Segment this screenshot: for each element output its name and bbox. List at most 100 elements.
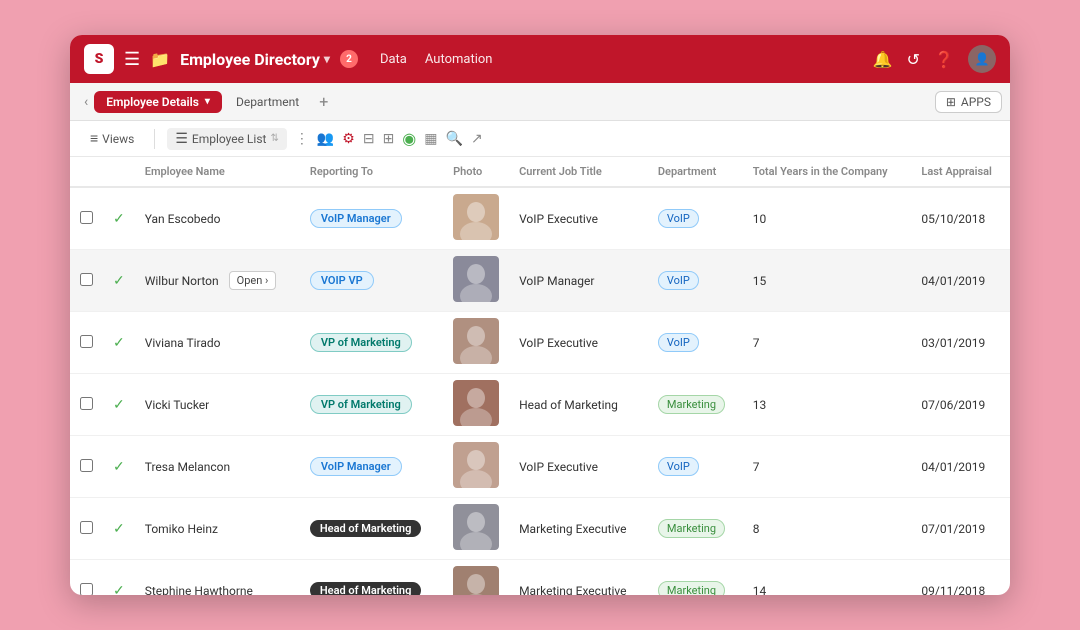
row-photo: [443, 187, 509, 250]
tabs-bar: ‹ Employee Details ▾ Department + ⊞ APPS: [70, 83, 1010, 121]
table-header-row: Employee Name Reporting To Photo Current…: [70, 157, 1010, 187]
folder-icon: 📁: [150, 50, 170, 69]
header-reporting-to: Reporting To: [300, 157, 443, 187]
row-photo: [443, 312, 509, 374]
row-department: Marketing: [648, 374, 743, 436]
views-button[interactable]: ≡ Views: [82, 127, 142, 150]
header-job-title: Current Job Title: [509, 157, 648, 187]
row-years: 10: [743, 187, 912, 250]
columns-icon[interactable]: ⊟: [363, 131, 375, 147]
row-appraisal: 07/06/2019: [911, 374, 1010, 436]
row-job-title: VoIP Executive: [509, 436, 648, 498]
row-checkbox-cell[interactable]: [70, 250, 103, 312]
header-department: Department: [648, 157, 743, 187]
employee-table: Employee Name Reporting To Photo Current…: [70, 157, 1010, 595]
row-employee-name: Vicki Tucker: [135, 374, 300, 436]
row-department: VoIP: [648, 312, 743, 374]
apps-button[interactable]: ⊞ APPS: [935, 91, 1002, 113]
row-reporting-to: VP of Marketing: [300, 374, 443, 436]
tab-department[interactable]: Department: [222, 91, 313, 113]
row-photo: [443, 374, 509, 436]
row-checkbox-cell[interactable]: [70, 374, 103, 436]
user-avatar[interactable]: 👤: [968, 45, 996, 73]
header-years: Total Years in the Company: [743, 157, 912, 187]
help-icon[interactable]: ❓: [934, 50, 954, 69]
row-job-title: VoIP Executive: [509, 187, 648, 250]
row-checkbox-cell[interactable]: [70, 498, 103, 560]
row-status-cell: ✓: [103, 436, 135, 498]
row-appraisal: 03/01/2019: [911, 312, 1010, 374]
row-years: 8: [743, 498, 912, 560]
tab-add-icon[interactable]: +: [313, 92, 334, 111]
table-row: ✓ Vicki Tucker VP of Marketing Head of M…: [70, 374, 1010, 436]
row-checkbox-cell[interactable]: [70, 560, 103, 596]
row-checkbox-cell[interactable]: [70, 187, 103, 250]
header-appraisal: Last Appraisal: [911, 157, 1010, 187]
header-photo: Photo: [443, 157, 509, 187]
row-checkbox[interactable]: [80, 521, 93, 534]
more-options-icon[interactable]: ⋮: [295, 131, 309, 147]
nav-automation[interactable]: Automation: [425, 52, 493, 67]
table-row: ✓ Tresa Melancon VoIP Manager VoIP Execu…: [70, 436, 1010, 498]
row-department: VoIP: [648, 436, 743, 498]
tab-chevron-icon: ▾: [205, 96, 210, 107]
search-icon[interactable]: 🔍: [446, 131, 463, 147]
row-years: 14: [743, 560, 912, 596]
list-icon: ☰: [175, 131, 188, 147]
row-appraisal: 05/10/2018: [911, 187, 1010, 250]
row-checkbox-cell[interactable]: [70, 312, 103, 374]
row-years: 13: [743, 374, 912, 436]
tab-scroll-left-icon[interactable]: ‹: [78, 94, 94, 110]
table-area: Employee Name Reporting To Photo Current…: [70, 157, 1010, 595]
settings-icon[interactable]: ⚙: [342, 131, 355, 147]
employee-list-button[interactable]: ☰ Employee List ⇅: [167, 128, 287, 150]
table-row: ✓ Tomiko Heinz Head of Marketing Marketi…: [70, 498, 1010, 560]
apps-grid-icon: ⊞: [946, 95, 956, 109]
row-checkbox[interactable]: [80, 397, 93, 410]
row-status-cell: ✓: [103, 560, 135, 596]
row-appraisal: 04/01/2019: [911, 436, 1010, 498]
row-checkbox[interactable]: [80, 273, 93, 286]
row-employee-name: Tresa Melancon: [135, 436, 300, 498]
row-reporting-to: Head of Marketing: [300, 560, 443, 596]
check-icon: ✓: [113, 273, 125, 289]
check-icon: ✓: [113, 335, 125, 351]
row-checkbox[interactable]: [80, 583, 93, 596]
tab-employee-details[interactable]: Employee Details ▾: [94, 91, 222, 113]
nav-links: Data Automation: [380, 52, 493, 67]
share-icon[interactable]: ↗: [471, 131, 483, 147]
row-checkbox[interactable]: [80, 335, 93, 348]
refresh-icon[interactable]: ↺: [907, 50, 920, 69]
row-employee-name: Tomiko Heinz: [135, 498, 300, 560]
open-button[interactable]: Open ›: [229, 271, 277, 290]
row-photo: [443, 560, 509, 596]
row-status-cell: ✓: [103, 374, 135, 436]
filter-icon[interactable]: ⊞: [383, 131, 395, 147]
row-checkbox-cell[interactable]: [70, 436, 103, 498]
header-status-col: [103, 157, 135, 187]
people-icon[interactable]: 👥: [317, 131, 334, 147]
grid-icon[interactable]: ▦: [424, 131, 437, 147]
row-job-title: Marketing Executive: [509, 498, 648, 560]
color-icon[interactable]: ◉: [402, 129, 416, 148]
row-job-title: VoIP Executive: [509, 312, 648, 374]
row-reporting-to: Head of Marketing: [300, 498, 443, 560]
row-photo: [443, 436, 509, 498]
top-bar: S ☰ 📁 Employee Directory ▾ 2 Data Automa…: [70, 35, 1010, 83]
notification-badge: 2: [340, 50, 358, 68]
row-employee-name: Viviana Tirado: [135, 312, 300, 374]
row-department: Marketing: [648, 498, 743, 560]
row-checkbox[interactable]: [80, 459, 93, 472]
nav-data[interactable]: Data: [380, 52, 407, 67]
hamburger-icon[interactable]: ☰: [124, 49, 140, 70]
table-row: ✓ Stephine Hawthorne Head of Marketing M…: [70, 560, 1010, 596]
list-sort-icon: ⇅: [270, 133, 278, 144]
row-years: 7: [743, 436, 912, 498]
row-employee-name: Stephine Hawthorne: [135, 560, 300, 596]
row-status-cell: ✓: [103, 250, 135, 312]
check-icon: ✓: [113, 583, 125, 596]
row-years: 15: [743, 250, 912, 312]
bell-icon[interactable]: 🔔: [873, 50, 893, 69]
row-employee-name: Yan Escobedo: [135, 187, 300, 250]
row-checkbox[interactable]: [80, 211, 93, 224]
